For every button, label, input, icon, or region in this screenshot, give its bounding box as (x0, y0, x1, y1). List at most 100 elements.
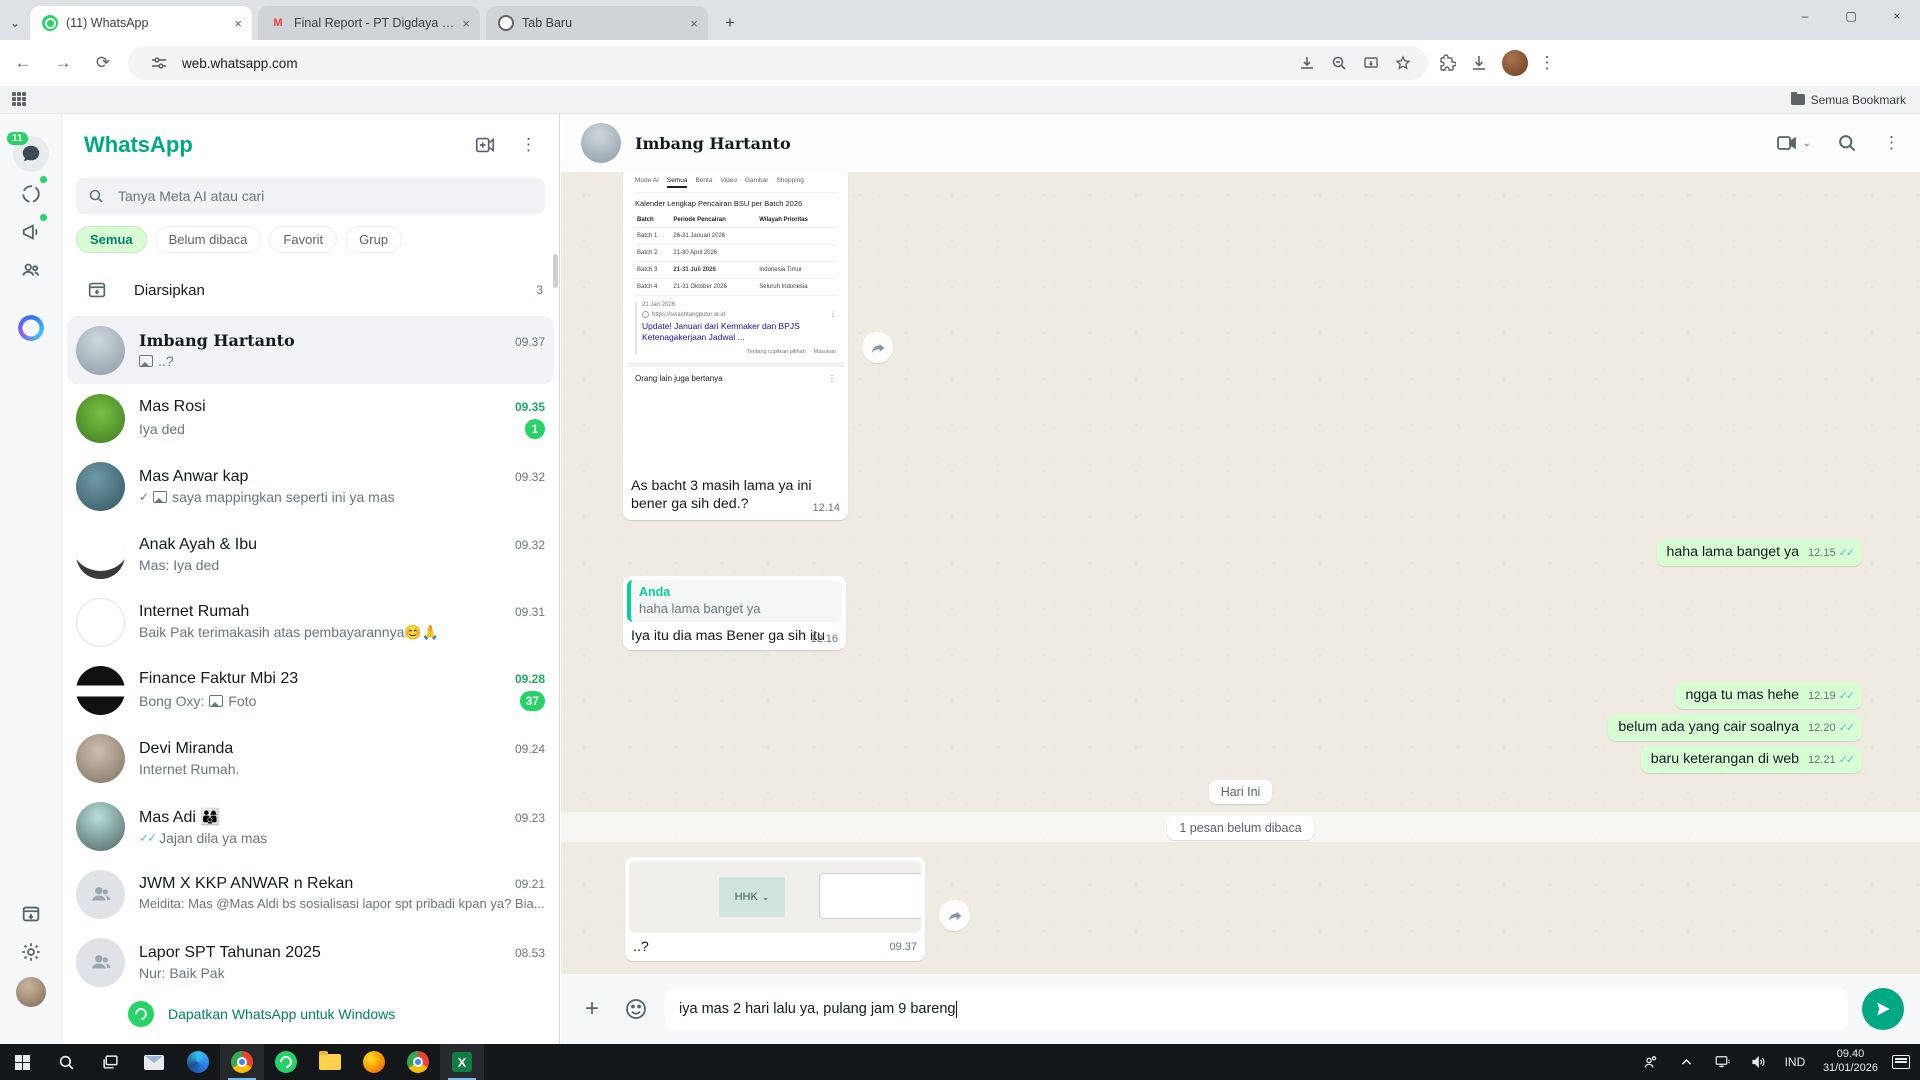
outgoing-message[interactable]: haha lama banget ya12.15✓✓ (1657, 539, 1863, 566)
incoming-image-message[interactable]: HHK⌄ ..? 09.37 (625, 857, 925, 961)
tab-close-icon[interactable]: × (234, 16, 242, 31)
chat-preview: Meidita: Mas @Mas Aldi bs sosialisasi la… (139, 896, 545, 912)
taskbar-chrome-2-icon[interactable] (396, 1044, 440, 1080)
video-call-button[interactable]: ⌄ (1775, 131, 1811, 155)
search-input[interactable]: Tanya Meta AI atau cari (76, 178, 545, 214)
attach-plus-icon[interactable]: + (577, 994, 607, 1024)
new-chat-icon[interactable] (474, 134, 496, 156)
conversation-menu-icon[interactable]: ⋮ (1883, 133, 1900, 153)
tab-final-report[interactable]: M Final Report - PT Digdaya Kenca × (258, 6, 480, 40)
emoji-icon[interactable] (621, 994, 651, 1024)
chat-list-item[interactable]: Imbang Hartanto09.37 ..? (67, 316, 554, 384)
taskbar-chrome-icon[interactable] (220, 1044, 264, 1080)
chat-list-item[interactable]: JWM X KKP ANWAR n Rekan09.21 Meidita: Ma… (62, 860, 559, 928)
contact-name[interactable]: Imbang Hartanto (635, 134, 791, 153)
url-text[interactable]: web.whatsapp.com (182, 56, 1288, 71)
archived-row[interactable]: Diarsipkan 3 (62, 266, 559, 314)
tab-search-chevron-icon[interactable]: ⌄ (0, 6, 30, 40)
filter-semua[interactable]: Semua (76, 226, 147, 253)
reload-button[interactable]: ⟳ (86, 46, 120, 80)
maximize-button[interactable]: ▢ (1828, 0, 1874, 32)
downloads-icon[interactable] (1466, 50, 1492, 76)
browser-profile-avatar[interactable] (1502, 50, 1528, 76)
browser-tabstrip: ⌄ (11) WhatsApp × M Final Report - PT Di… (0, 0, 1920, 40)
chats-rail-button[interactable]: 11 (13, 136, 49, 172)
start-button[interactable] (0, 1044, 44, 1080)
forward-button[interactable]: → (46, 46, 80, 80)
taskbar-excel-icon[interactable]: X (440, 1044, 484, 1080)
meta-ai-rail-button[interactable] (13, 310, 49, 346)
chat-list-item[interactable]: Mas Adi 👨‍👩‍👦09.23 ✓✓Jajan dila ya mas (62, 792, 559, 860)
filter-favorit[interactable]: Favorit (269, 226, 337, 253)
extensions-icon[interactable] (1434, 50, 1460, 76)
site-settings-icon[interactable] (146, 50, 172, 76)
taskbar-mail-icon[interactable] (132, 1044, 176, 1080)
attached-image[interactable]: HHK⌄ (629, 861, 921, 933)
sidebar-scrollbar[interactable] (553, 254, 558, 288)
outgoing-message[interactable]: ngga tu mas hehe12.19✓✓ (1675, 682, 1862, 709)
profile-rail-button[interactable] (13, 974, 49, 1010)
tray-chevron-up-icon[interactable] (1669, 1044, 1705, 1080)
install-icon[interactable] (1358, 50, 1384, 76)
tab-close-icon[interactable]: × (462, 16, 470, 31)
chat-list-item[interactable]: Lapor SPT Tahunan 202508.53 Nur: Baik Pa… (62, 928, 559, 992)
tab-whatsapp[interactable]: (11) WhatsApp × (30, 6, 252, 40)
status-rail-button[interactable] (13, 176, 49, 212)
task-view-button[interactable] (88, 1044, 132, 1080)
taskbar-file-explorer-icon[interactable] (308, 1044, 352, 1080)
tab-new[interactable]: Tab Baru × (486, 6, 708, 40)
outgoing-message[interactable]: baru keterangan di web12.21✓✓ (1641, 746, 1862, 773)
chat-preview: Foto (228, 693, 256, 709)
channels-rail-button[interactable] (13, 214, 49, 250)
back-button[interactable]: ← (6, 46, 40, 80)
close-button[interactable]: × (1874, 0, 1920, 32)
tab-close-icon[interactable]: × (690, 16, 698, 31)
incoming-reply-message[interactable]: Anda haha lama banget ya Iya itu dia mas… (623, 576, 846, 650)
clock[interactable]: 09.40 31/01/2026 (1813, 1048, 1888, 1076)
tab-title: Tab Baru (522, 16, 682, 30)
chat-list-item[interactable]: Mas Rosi09.35 Iya ded1 (62, 384, 559, 452)
address-bar[interactable]: web.whatsapp.com (128, 46, 1428, 80)
chat-list-item[interactable]: Internet Rumah09.31 Baik Pak terimakasih… (62, 588, 559, 656)
chat-list-item[interactable]: Finance Faktur Mbi 2309.28 Bong Oxy:Foto… (62, 656, 559, 724)
language-indicator[interactable]: IND (1777, 1044, 1813, 1080)
send-button[interactable] (1862, 988, 1904, 1030)
contact-avatar[interactable] (581, 123, 621, 163)
communities-rail-button[interactable] (13, 252, 49, 288)
chat-list-item[interactable]: Devi Miranda09.24 Internet Rumah. (62, 724, 559, 792)
taskbar-whatsapp-icon[interactable] (264, 1044, 308, 1080)
browser-menu-icon[interactable]: ⋮ (1534, 50, 1560, 76)
taskbar-edge-icon[interactable] (176, 1044, 220, 1080)
message-input[interactable]: iya mas 2 hari lalu ya, pulang jam 9 bar… (665, 988, 1848, 1030)
all-bookmarks[interactable]: Semua Bookmark (1791, 93, 1906, 107)
incoming-image-message[interactable]: Mode AI Semua Berita Video Gambar Shoppi… (623, 172, 848, 520)
chat-list-item[interactable]: Anak Ayah & Ibu09.32 Mas: Iya ded (62, 520, 559, 588)
get-whatsapp-banner[interactable]: Dapatkan WhatsApp untuk Windows (62, 992, 559, 1036)
network-icon[interactable] (1705, 1044, 1741, 1080)
taskbar-search-button[interactable] (44, 1044, 88, 1080)
filter-belum-dibaca[interactable]: Belum dibaca (155, 226, 262, 253)
archive-rail-button[interactable] (13, 896, 49, 932)
quoted-message[interactable]: Anda haha lama banget ya (627, 580, 842, 622)
messages-area[interactable]: Mode AI Semua Berita Video Gambar Shoppi… (561, 172, 1920, 974)
chat-list-item[interactable]: Mas Anwar kap09.32 ✓saya mappingkan sepe… (62, 452, 559, 520)
taskbar-firefox-icon[interactable] (352, 1044, 396, 1080)
apps-grid-icon[interactable] (12, 92, 28, 108)
notification-center-icon[interactable] (1892, 1055, 1910, 1069)
zoom-icon[interactable] (1326, 50, 1352, 76)
filter-grup[interactable]: Grup (345, 226, 402, 253)
forward-message-button[interactable] (939, 900, 970, 931)
minimize-button[interactable]: – (1782, 0, 1828, 32)
volume-icon[interactable] (1741, 1044, 1777, 1080)
sidebar-menu-icon[interactable]: ⋮ (520, 135, 537, 155)
forward-message-button[interactable] (862, 332, 893, 363)
search-in-chat-icon[interactable] (1837, 133, 1857, 153)
new-tab-button[interactable]: + (716, 9, 744, 37)
people-icon[interactable] (1633, 1044, 1669, 1080)
bookmark-star-icon[interactable] (1390, 50, 1416, 76)
outgoing-message[interactable]: belum ada yang cair soalnya12.20✓✓ (1608, 714, 1862, 741)
conversation-header[interactable]: Imbang Hartanto ⌄ ⋮ (561, 114, 1920, 172)
settings-rail-button[interactable] (13, 934, 49, 970)
bookmarks-bar: Semua Bookmark (0, 86, 1920, 114)
download-page-icon[interactable] (1294, 50, 1320, 76)
